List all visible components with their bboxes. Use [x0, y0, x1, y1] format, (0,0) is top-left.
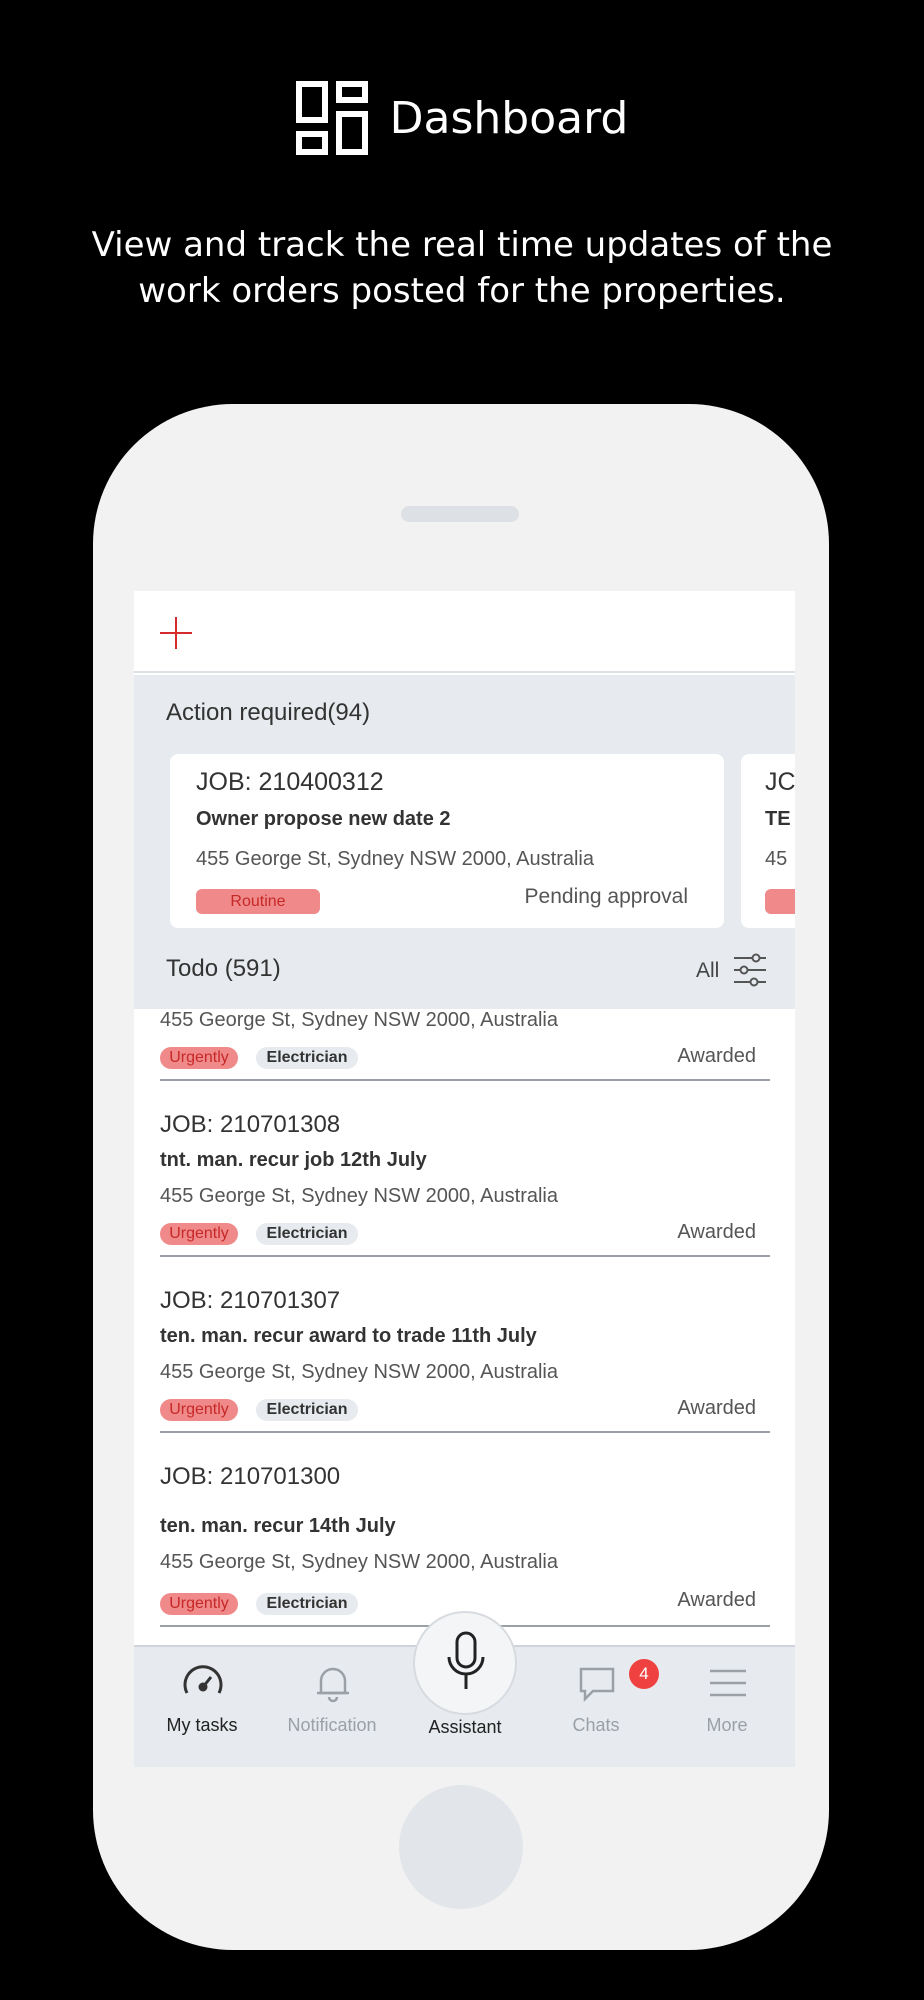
- job-address: 45: [765, 848, 788, 870]
- phone-speaker: [401, 506, 519, 522]
- trade-badge: Electrician: [256, 1399, 358, 1421]
- job-title: TE: [765, 808, 791, 830]
- tab-my-tasks[interactable]: My tasks: [137, 1655, 267, 1739]
- action-required-title: Action required(94): [166, 699, 371, 726]
- job-number: JOB: 210701308: [160, 1111, 341, 1138]
- job-address: 455 George St, Sydney NSW 2000, Australi…: [160, 1009, 558, 1031]
- chat-icon: [579, 1667, 615, 1703]
- action-card[interactable]: JOB: 210400312 Owner propose new date 2 …: [170, 754, 724, 928]
- job-title: ten. man. recur 14th July: [160, 1515, 396, 1537]
- tab-label: Notification: [287, 1715, 377, 1735]
- job-status: Awarded: [677, 1589, 756, 1611]
- job-title: Owner propose new date 2: [196, 808, 451, 830]
- job-status: Awarded: [677, 1397, 756, 1419]
- hero-header: Dashboard: [0, 78, 924, 158]
- list-item[interactable]: JOB: 210701308 tnt. man. recur job 12th …: [160, 1081, 770, 1257]
- hero-title: Dashboard: [389, 92, 629, 144]
- chats-count-badge: 4: [629, 1659, 659, 1689]
- priority-badge: Urgently: [160, 1047, 238, 1069]
- priority-badge: Urgently: [160, 1399, 238, 1421]
- add-icon[interactable]: [160, 617, 192, 649]
- tab-notification[interactable]: Notification: [267, 1655, 397, 1739]
- top-bar: [134, 591, 795, 673]
- job-number: JOB: 210701300: [160, 1463, 341, 1490]
- action-required-section: Action required(94) JOB: 210400312 Owner…: [134, 675, 795, 929]
- routine-badge: Routine: [196, 889, 320, 914]
- list-item[interactable]: 455 George St, Sydney NSW 2000, Australi…: [160, 1009, 770, 1081]
- tab-more[interactable]: More: [662, 1655, 792, 1739]
- job-status: Awarded: [677, 1045, 756, 1067]
- todo-header: Todo (591) All: [134, 929, 795, 1009]
- trade-badge: Electrician: [256, 1223, 358, 1245]
- job-number: JOB: 210400312: [196, 768, 384, 796]
- menu-icon: [710, 1669, 746, 1697]
- tab-label: My tasks: [166, 1715, 238, 1735]
- home-button: [399, 1785, 523, 1909]
- job-address: 455 George St, Sydney NSW 2000, Australi…: [196, 848, 594, 870]
- action-card[interactable]: JC TE 45: [741, 754, 795, 928]
- priority-badge: Urgently: [160, 1223, 238, 1245]
- job-address: 455 George St, Sydney NSW 2000, Australi…: [160, 1551, 558, 1573]
- assistant-button[interactable]: [413, 1611, 517, 1715]
- job-address: 455 George St, Sydney NSW 2000, Australi…: [160, 1185, 558, 1207]
- bell-icon: [317, 1667, 349, 1703]
- tab-label: Chats: [572, 1715, 620, 1735]
- tab-label: More: [706, 1715, 748, 1735]
- todo-title: Todo (591): [166, 955, 281, 982]
- app-screen: Action required(94) JOB: 210400312 Owner…: [134, 591, 795, 1767]
- job-address: 455 George St, Sydney NSW 2000, Australi…: [160, 1361, 558, 1383]
- hero-subtitle: View and track the real time updates of …: [91, 225, 833, 311]
- job-number: JOB: 210701307: [160, 1287, 341, 1314]
- dashboard-icon: [295, 81, 368, 155]
- job-status: Awarded: [677, 1221, 756, 1243]
- job-list: 455 George St, Sydney NSW 2000, Australi…: [134, 1009, 795, 1645]
- microphone-icon: [447, 1631, 485, 1689]
- tab-chats[interactable]: 4 Chats: [531, 1655, 661, 1739]
- list-item[interactable]: JOB: 210701307 ten. man. recur award to …: [160, 1257, 770, 1433]
- trade-badge: Electrician: [256, 1593, 358, 1615]
- routine-badge: [765, 889, 795, 914]
- job-number: JC: [765, 768, 795, 796]
- priority-badge: Urgently: [160, 1593, 238, 1615]
- tab-bar: My tasks Notification Assistant 4 Chats: [134, 1611, 795, 1767]
- filter-icon[interactable]: [732, 953, 768, 987]
- speedometer-icon: [183, 1665, 223, 1694]
- job-title: ten. man. recur award to trade 11th July: [160, 1325, 537, 1347]
- job-status: Pending approval: [524, 885, 688, 908]
- filter-label[interactable]: All: [696, 959, 719, 983]
- list-item[interactable]: JOB: 210701300 ten. man. recur 14th July…: [160, 1433, 770, 1627]
- job-title: tnt. man. recur job 12th July: [160, 1149, 427, 1171]
- trade-badge: Electrician: [256, 1047, 358, 1069]
- tab-assistant-label[interactable]: Assistant: [392, 1717, 538, 1738]
